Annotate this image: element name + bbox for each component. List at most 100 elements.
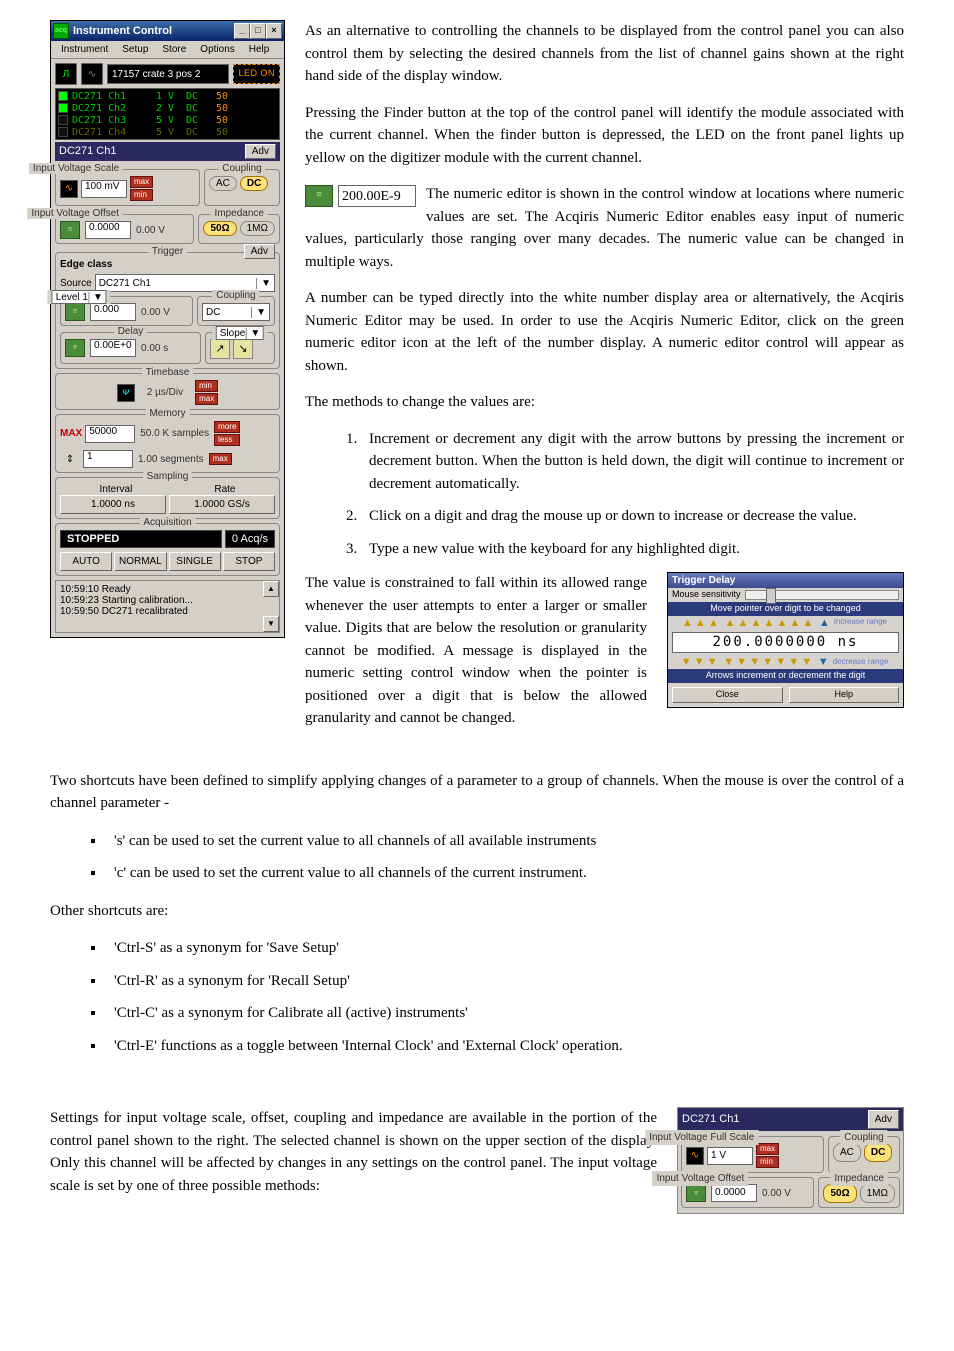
adv-button[interactable]: Adv xyxy=(245,144,276,159)
up-arrow-icon[interactable]: ▲ xyxy=(725,618,737,628)
wave-icon-button-2[interactable]: ∿ xyxy=(81,63,103,85)
down-arrow-icon[interactable]: ▼ xyxy=(723,657,735,667)
memory-segments-value[interactable]: 1 xyxy=(83,450,133,468)
list-item: 'Ctrl-C' as a synonym for Calibrate all … xyxy=(106,1002,904,1025)
menu-setup[interactable]: Setup xyxy=(116,43,154,56)
mini-scale-group: Input Voltage Full Scale ∿ 1 V max min xyxy=(681,1136,824,1173)
trigger-delay-value[interactable]: 0.00E+0 xyxy=(90,339,136,357)
sampling-interval-button[interactable]: 1.0000 ns xyxy=(60,495,166,514)
mini-max-button[interactable]: max xyxy=(756,1143,779,1155)
scale-value[interactable]: 100 mV xyxy=(81,180,127,198)
popup-help-button[interactable]: Help xyxy=(789,687,900,703)
menu-store[interactable]: Store xyxy=(156,43,192,56)
up-arrow-icon[interactable]: ▲ xyxy=(803,618,815,628)
acq-auto-button[interactable]: AUTO xyxy=(60,552,112,571)
mouse-sensitivity-slider[interactable] xyxy=(745,590,899,600)
memory-seg-max-button[interactable]: max xyxy=(209,453,232,465)
popup-close-button[interactable]: Close xyxy=(672,687,783,703)
down-arrow-icon[interactable]: ▼ xyxy=(775,657,787,667)
scale-min-button[interactable]: min xyxy=(130,189,153,201)
memory-group: Memory MAX 50000 50.0 K samples more les… xyxy=(55,414,280,473)
up-arrow-icon[interactable]: ▲ xyxy=(751,618,763,628)
trigger-class-label: Edge class xyxy=(60,259,275,270)
up-arrow-icon[interactable]: ▲ xyxy=(790,618,802,628)
numeric-editor-icon[interactable]: ≡ xyxy=(65,339,85,357)
wave-up-icon[interactable]: ∿ xyxy=(686,1147,704,1165)
acq-normal-button[interactable]: NORMAL xyxy=(114,552,166,571)
decrease-range-icon[interactable]: ▼ xyxy=(818,657,830,667)
down-arrow-icon[interactable]: ▼ xyxy=(801,657,813,667)
mini-50-button[interactable]: 50Ω xyxy=(823,1184,856,1203)
timebase-max-button[interactable]: max xyxy=(195,393,218,405)
down-arrow-icon[interactable]: ▼ xyxy=(788,657,800,667)
coupling-ac-button[interactable]: AC xyxy=(209,176,237,191)
mini-offset-value[interactable]: 0.0000 xyxy=(711,1184,757,1202)
led-on-indicator[interactable]: LED ON xyxy=(233,64,280,84)
up-arrow-icon[interactable]: ▲ xyxy=(708,618,720,628)
titlebar[interactable]: acq Instrument Control _ □ × xyxy=(51,21,284,41)
scroll-up-icon[interactable]: ▲ xyxy=(263,581,279,597)
body-paragraph: Settings for input voltage scale, offset… xyxy=(50,1107,657,1197)
mini-scale-value[interactable]: 1 V xyxy=(707,1147,753,1165)
wave-up-icon[interactable]: ∿ xyxy=(60,180,78,198)
impedance-1m-button[interactable]: 1MΩ xyxy=(240,221,275,236)
trigger-slope-select[interactable]: Slope▼ xyxy=(216,326,264,340)
menu-help[interactable]: Help xyxy=(243,43,276,56)
menu-instrument[interactable]: Instrument xyxy=(55,43,114,56)
channel-row[interactable]: DC271 Ch1 1 V DC 50 xyxy=(58,90,277,102)
mini-min-button[interactable]: min xyxy=(756,1156,779,1168)
up-arrow-icon[interactable]: ▲ xyxy=(764,618,776,628)
close-button[interactable]: × xyxy=(266,23,282,39)
crate-label[interactable]: 17157 crate 3 pos 2 xyxy=(107,64,229,84)
numeric-editor-icon[interactable]: ≡ xyxy=(65,303,85,321)
increase-range-icon[interactable]: ▲ xyxy=(819,618,831,628)
channel-row[interactable]: DC271 Ch3 5 V DC 50 xyxy=(58,114,277,126)
sampling-rate-button[interactable]: 1.0000 GS/s xyxy=(169,495,275,514)
numeric-editor-inline: ≡ 200.00E-9 xyxy=(305,185,416,207)
numeric-editor-icon[interactable]: ≡ xyxy=(686,1184,706,1202)
up-arrow-icon[interactable]: ▲ xyxy=(695,618,707,628)
trigger-level-value[interactable]: 0.000 xyxy=(90,303,136,321)
memory-samples-value[interactable]: 50000 xyxy=(85,425,135,443)
numeric-editor-value[interactable]: 200.00E-9 xyxy=(338,185,416,207)
coupling-dc-button[interactable]: DC xyxy=(240,176,268,191)
up-arrow-icon[interactable]: ▲ xyxy=(738,618,750,628)
menu-options[interactable]: Options xyxy=(194,43,240,56)
scroll-down-icon[interactable]: ▼ xyxy=(263,616,279,632)
popup-hint: Arrows increment or decrement the digit xyxy=(668,669,903,683)
memory-more-button[interactable]: more xyxy=(214,421,240,433)
acq-stop-button[interactable]: STOP xyxy=(223,552,275,571)
down-arrow-icon[interactable]: ▼ xyxy=(707,657,719,667)
mini-ac-button[interactable]: AC xyxy=(833,1143,861,1162)
timebase-narrow-icon[interactable]: ᴪ xyxy=(117,384,135,402)
trigger-coupling-select[interactable]: DC▼ xyxy=(202,303,270,321)
down-arrow-icon[interactable]: ▼ xyxy=(736,657,748,667)
impedance-50-button[interactable]: 50Ω xyxy=(203,221,236,236)
trigger-adv-button[interactable]: Adv xyxy=(244,244,275,259)
mini-1m-button[interactable]: 1MΩ xyxy=(860,1184,895,1203)
offset-value[interactable]: 0.0000 xyxy=(85,221,131,239)
timebase-min-button[interactable]: min xyxy=(195,380,218,392)
memory-less-button[interactable]: less xyxy=(214,434,240,446)
popup-value[interactable]: 200.0000000 ns xyxy=(672,632,899,653)
slope-rising-icon[interactable]: ↗ xyxy=(210,339,230,359)
numeric-editor-icon[interactable]: ≡ xyxy=(60,221,80,239)
up-arrow-icon[interactable]: ▲ xyxy=(682,618,694,628)
slope-falling-icon[interactable]: ↘ xyxy=(233,339,253,359)
down-arrow-icon[interactable]: ▼ xyxy=(762,657,774,667)
numeric-editor-icon[interactable]: ≡ xyxy=(305,185,333,207)
minimize-button[interactable]: _ xyxy=(234,23,250,39)
scale-max-button[interactable]: max xyxy=(130,176,153,188)
down-arrow-icon[interactable]: ▼ xyxy=(749,657,761,667)
maximize-button[interactable]: □ xyxy=(250,23,266,39)
up-arrow-icon[interactable]: ▲ xyxy=(777,618,789,628)
wave-icon-button[interactable]: Л xyxy=(55,63,77,85)
channel-row[interactable]: DC271 Ch2 2 V DC 50 xyxy=(58,102,277,114)
down-arrow-icon[interactable]: ▼ xyxy=(694,657,706,667)
trigger-level-select[interactable]: Level 1▼ xyxy=(52,290,107,304)
acq-single-button[interactable]: SINGLE xyxy=(169,552,221,571)
channel-row[interactable]: DC271 Ch4 5 V DC 50 xyxy=(58,126,277,138)
mini-adv-button[interactable]: Adv xyxy=(868,1110,899,1129)
mini-dc-button[interactable]: DC xyxy=(864,1143,892,1162)
down-arrow-icon[interactable]: ▼ xyxy=(681,657,693,667)
